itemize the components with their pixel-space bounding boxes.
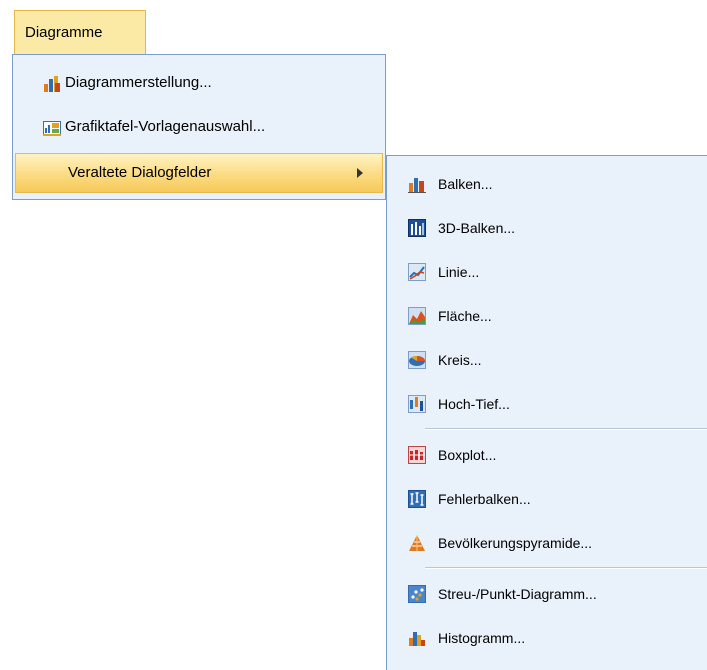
- submenu-item-histogramm[interactable]: Histogramm...: [387, 614, 707, 658]
- menu-separator: [425, 428, 707, 430]
- 3d-bar-chart-icon: [408, 219, 426, 237]
- chart-builder-icon: [43, 75, 61, 93]
- graphboard-icon: [43, 119, 61, 137]
- area-chart-icon: [408, 307, 426, 325]
- menu-item-diagrammerstellung[interactable]: Diagrammerstellung...: [13, 63, 383, 103]
- submenu-item-3d-balken[interactable]: 3D-Balken...: [387, 204, 707, 248]
- submenu-item-label: Bevölkerungspyramide...: [438, 535, 593, 551]
- submenu-item-label: 3D-Balken...: [438, 220, 516, 236]
- menu-diagramme-label: Diagramme: [25, 24, 103, 41]
- menu-item-label: Veraltete Dialogfelder: [68, 164, 212, 181]
- diagramme-dropdown: Diagrammerstellung... Grafiktafel-Vorlag…: [12, 54, 386, 200]
- line-chart-icon: [408, 263, 426, 281]
- submenu-arrow-icon: [357, 168, 363, 178]
- submenu-item-label: Boxplot...: [438, 447, 497, 463]
- menu-item-label: Grafiktafel-Vorlagenauswahl...: [65, 118, 266, 135]
- submenu-item-label: Balken...: [438, 176, 493, 192]
- submenu-item-label: Streu-/Punkt-Diagramm...: [438, 586, 597, 602]
- high-low-chart-icon: [408, 395, 426, 413]
- veraltete-dialogfelder-submenu: Balken... 3D-Balken... Linie... Fläche..…: [386, 155, 707, 670]
- bar-chart-icon: [408, 175, 426, 193]
- submenu-item-label: Fläche...: [438, 308, 492, 324]
- submenu-item-fehlerbalken[interactable]: Fehlerbalken...: [387, 475, 707, 519]
- pie-chart-icon: [408, 351, 426, 369]
- submenu-item-label: Linie...: [438, 264, 480, 280]
- boxplot-icon: [408, 446, 426, 464]
- submenu-item-kreis[interactable]: Kreis...: [387, 336, 707, 380]
- menu-separator: [425, 567, 707, 569]
- submenu-item-label: Kreis...: [438, 352, 482, 368]
- menu-item-label: Diagrammerstellung...: [65, 74, 212, 91]
- submenu-item-streu-punkt[interactable]: Streu-/Punkt-Diagramm...: [387, 570, 707, 614]
- menu-item-grafiktafel[interactable]: Grafiktafel-Vorlagenauswahl...: [13, 107, 383, 147]
- submenu-item-boxplot[interactable]: Boxplot...: [387, 431, 707, 475]
- error-bar-icon: [408, 490, 426, 508]
- scatter-plot-icon: [408, 585, 426, 603]
- menu-diagramme[interactable]: Diagramme: [14, 10, 146, 54]
- submenu-item-flaeche[interactable]: Fläche...: [387, 292, 707, 336]
- population-pyramid-icon: [408, 534, 426, 552]
- submenu-item-linie[interactable]: Linie...: [387, 248, 707, 292]
- histogram-icon: [408, 629, 426, 647]
- submenu-item-label: Hoch-Tief...: [438, 396, 510, 412]
- menu-item-veraltete-dialogfelder[interactable]: Veraltete Dialogfelder: [15, 153, 383, 193]
- submenu-item-hoch-tief[interactable]: Hoch-Tief...: [387, 380, 707, 424]
- submenu-item-label: Histogramm...: [438, 630, 526, 646]
- submenu-item-bevoelkerungspyramide[interactable]: Bevölkerungspyramide...: [387, 519, 707, 563]
- submenu-item-balken[interactable]: Balken...: [387, 160, 707, 204]
- submenu-item-label: Fehlerbalken...: [438, 491, 531, 507]
